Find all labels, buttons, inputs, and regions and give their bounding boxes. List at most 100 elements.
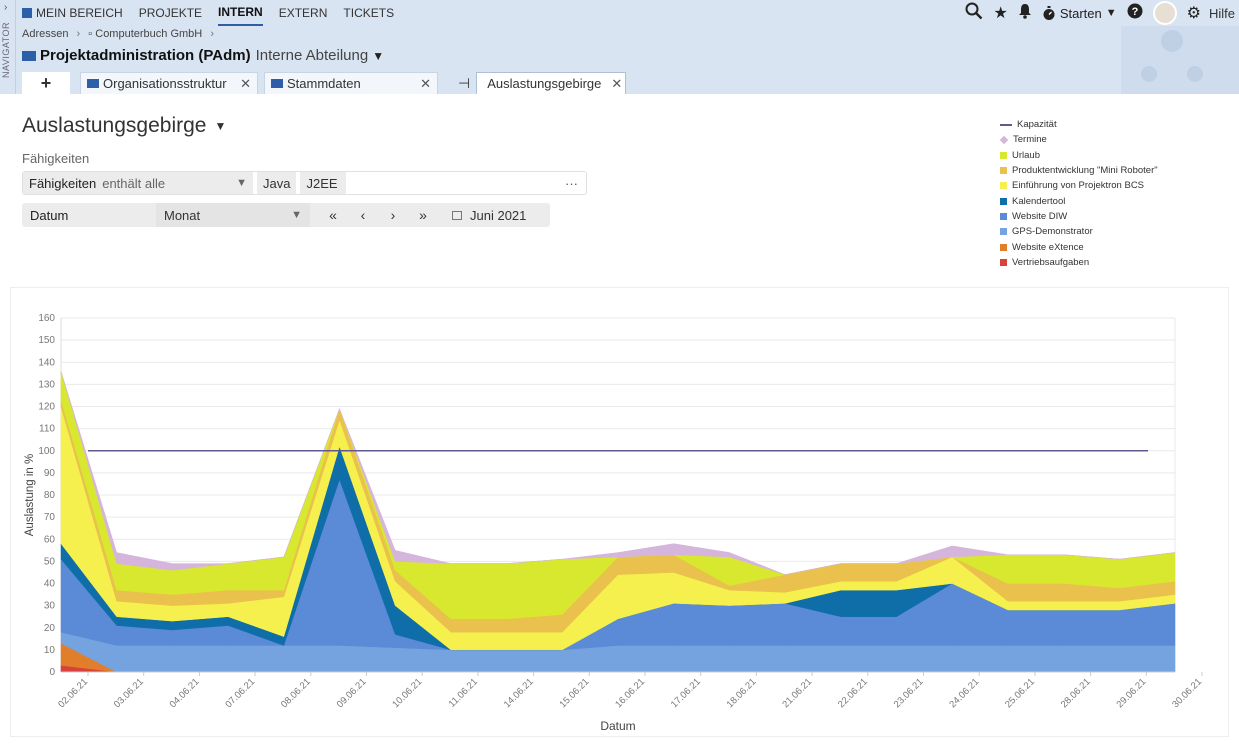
y-tick-label: 60 (44, 534, 56, 545)
legend-item[interactable]: Vertriebsaufgaben (1000, 255, 1158, 270)
home-icon (22, 8, 32, 18)
chevron-down-icon: ▼ (1105, 7, 1117, 19)
period-select[interactable]: Monat ▼ (156, 203, 310, 227)
legend-label: Website DIW (1012, 210, 1068, 222)
skill-tag-label: J2EE (306, 175, 338, 191)
y-tick-label: 140 (38, 357, 55, 368)
page-title[interactable]: Auslastungsgebirge ▼ (22, 114, 226, 138)
document-icon: ▫ (88, 28, 93, 40)
previous-period-button[interactable]: ‹ (348, 207, 378, 223)
star-icon[interactable]: ★ (993, 3, 1007, 23)
bell-icon[interactable] (1018, 3, 1032, 24)
main-navigation: MEIN BEREICH PROJEKTE INTERN EXTERN TICK… (22, 0, 410, 26)
x-tick-label: 25.06.21 (1003, 676, 1037, 710)
filter-section-label: Fähigkeiten (22, 151, 90, 166)
next-period-button[interactable]: › (378, 207, 408, 223)
tab-auslastungsgebirge[interactable]: Auslastungsgebirge ✕ (476, 72, 627, 94)
breadcrumb-item[interactable]: Adressen (22, 28, 68, 40)
x-tick-label: 09.06.21 (335, 676, 369, 710)
breadcrumb-item[interactable]: Computerbuch GmbH (95, 28, 202, 40)
legend-label: Vertriebsaufgaben (1012, 256, 1090, 268)
y-tick-label: 70 (44, 512, 56, 523)
tab-stammdaten[interactable]: Stammdaten ✕ (264, 72, 438, 94)
x-tick-label: 15.06.21 (557, 676, 591, 710)
tab-organisationsstruktur[interactable]: Organisationsstruktur ✕ (80, 72, 258, 94)
legend-swatch (1000, 167, 1007, 175)
page-title-text: Auslastungsgebirge (22, 114, 207, 137)
chevron-down-icon[interactable]: ▼ (372, 49, 384, 63)
x-tick-label: 18.06.21 (725, 676, 759, 710)
nav-extern[interactable]: EXTERN (279, 0, 328, 26)
skill-tag-j2ee[interactable]: J2EE (300, 172, 347, 194)
x-tick-label: 17.06.21 (669, 676, 703, 710)
legend-item[interactable]: Kalendertool (1000, 193, 1158, 208)
y-tick-label: 50 (44, 556, 56, 567)
y-tick-label: 20 (44, 623, 56, 634)
close-icon[interactable]: ✕ (230, 76, 251, 92)
legend-item[interactable]: Kapazität (1000, 117, 1158, 132)
x-tick-label: 24.06.21 (947, 676, 981, 710)
y-tick-label: 80 (44, 490, 56, 501)
skill-tag-java[interactable]: Java (257, 172, 297, 194)
nav-tickets[interactable]: TICKETS (343, 0, 394, 26)
legend-swatch (1000, 123, 1012, 126)
chevron-down-icon[interactable]: ▼ (214, 119, 226, 133)
nav-item-label: PROJEKTE (138, 6, 203, 20)
department-icon (22, 50, 36, 61)
stopwatch-icon (1043, 6, 1055, 20)
nav-intern[interactable]: INTERN (218, 0, 263, 26)
legend-item[interactable]: Termine (999, 132, 1158, 147)
tab-bar: + Organisationsstruktur ✕ Stammdaten ✕ ⊣… (22, 72, 632, 94)
legend-item[interactable]: Website DIW (1000, 209, 1158, 224)
legend-item[interactable]: Produktentwicklung "Mini Roboter" (1000, 163, 1158, 178)
more-options-icon[interactable]: ··· (565, 176, 578, 191)
pin-icon[interactable]: ⊣ (458, 72, 470, 94)
org-chart-icon (87, 79, 99, 88)
legend-swatch (1000, 228, 1007, 236)
breadcrumb: Adressen › ▫ Computerbuch GmbH › (22, 28, 214, 40)
y-tick-label: 10 (44, 645, 56, 656)
nav-mein-bereich[interactable]: MEIN BEREICH (22, 0, 123, 26)
legend-swatch (1000, 243, 1007, 251)
legend-item[interactable]: Einführung von Projektron BCS (1000, 178, 1158, 193)
y-axis-title: Auslastung in % (24, 454, 36, 536)
navigator-strip[interactable]: › NAVIGATOR (0, 0, 16, 94)
close-icon[interactable]: ✕ (601, 76, 622, 92)
x-tick-label: 23.06.21 (892, 676, 926, 710)
gear-icon[interactable]: ⚙ (1187, 3, 1201, 23)
x-tick-label: 11.06.21 (447, 676, 480, 709)
add-tab-button[interactable]: + (22, 72, 70, 94)
chevron-down-icon: ▼ (236, 177, 247, 189)
search-icon[interactable] (965, 2, 983, 25)
x-tick-label: 29.06.21 (1114, 676, 1148, 710)
last-period-button[interactable]: » (408, 207, 438, 223)
help-icon[interactable]: ? (1127, 3, 1143, 24)
navigator-label: NAVIGATOR (1, 21, 11, 78)
nav-item-label: INTERN (218, 5, 263, 19)
legend-item[interactable]: Website eXtence (1000, 239, 1158, 254)
nav-projekte[interactable]: PROJEKTE (139, 0, 202, 26)
legend-label: Termine (1013, 134, 1047, 146)
nav-item-label: MEIN BEREICH (36, 6, 123, 20)
filter-field-label: Fähigkeiten (29, 175, 97, 191)
x-tick-label: 21.06.21 (780, 676, 814, 710)
object-title: Projektadministration (PAdm) Interne Abt… (22, 47, 384, 64)
svg-text:?: ? (1131, 6, 1138, 18)
chart-container: 0 10 20 30 40 50 60 70 80 90 100 110 120 130 140 150 160… (10, 287, 1229, 737)
chevron-right-icon[interactable]: › (4, 2, 7, 13)
legend-item[interactable]: Urlaub (1000, 148, 1158, 163)
hilfe-link[interactable]: Hilfe (1209, 6, 1235, 21)
month-picker[interactable]: Juni 2021 (452, 208, 526, 223)
first-period-button[interactable]: « (318, 207, 348, 223)
nav-item-label: TICKETS (343, 6, 395, 20)
legend-item[interactable]: GPS-Demonstrator (1000, 224, 1158, 239)
period-value: Monat (164, 207, 201, 223)
x-tick-label: 04.06.21 (168, 676, 202, 710)
user-avatar[interactable] (1152, 1, 1177, 25)
month-value: Juni 2021 (470, 207, 527, 223)
starten-button[interactable]: Starten ▼ (1042, 5, 1117, 21)
skills-operator-select[interactable]: Fähigkeiten enthält alle ▼ (23, 172, 253, 194)
header-bar: › NAVIGATOR MEIN BEREICH PROJEKTE INTERN… (0, 0, 1239, 94)
y-tick-label: 160 (38, 313, 55, 324)
close-icon[interactable]: ✕ (410, 76, 431, 92)
